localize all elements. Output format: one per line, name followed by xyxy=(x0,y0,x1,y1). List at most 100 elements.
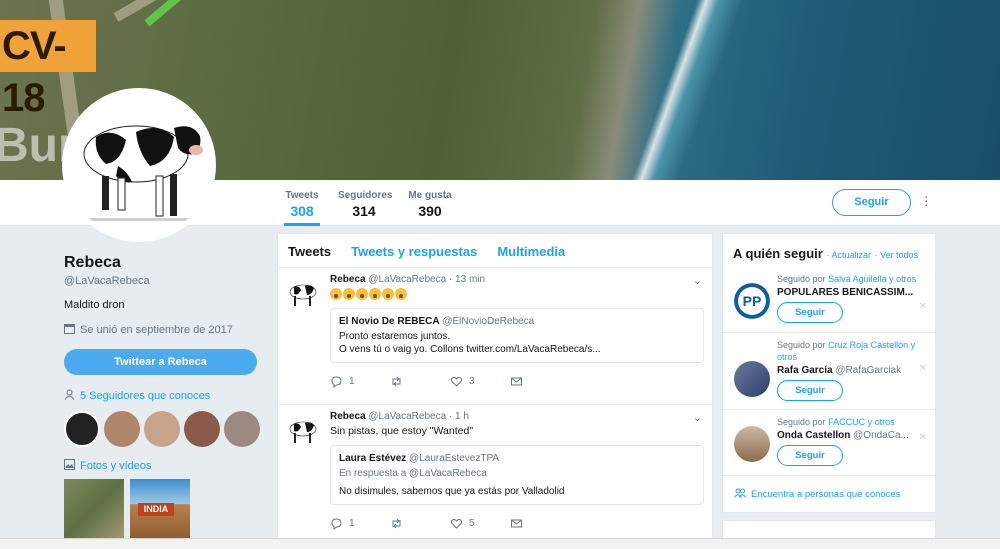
dismiss-icon[interactable]: ✕ xyxy=(919,432,927,443)
photo-thumbnail[interactable] xyxy=(64,479,124,541)
chevron-down-icon[interactable]: ⌄ xyxy=(693,411,702,424)
taskbar xyxy=(0,538,1000,549)
followers-you-know-avatars xyxy=(64,411,264,447)
suggestion-name[interactable]: Onda Castellon xyxy=(777,430,850,441)
retweet-button[interactable] xyxy=(390,375,450,388)
quote-author-handle: @LauraEstevezTPA xyxy=(409,453,500,464)
avatar[interactable] xyxy=(64,411,100,447)
retweet-button[interactable] xyxy=(390,517,450,530)
profile-card: Rebeca @LaVacaRebeca Maldito dron Se uni… xyxy=(64,254,264,541)
user-icon xyxy=(64,389,75,403)
calendar-icon xyxy=(64,323,75,337)
quoted-tweet[interactable]: El Novio De REBECA @ElNovioDeRebeca Pron… xyxy=(330,308,704,364)
tweet-avatar[interactable] xyxy=(286,276,322,312)
suggestion-name[interactable]: POPULARES BENICÀSSIM... xyxy=(777,287,913,298)
who-to-follow-panel: A quién seguir · Actualizar · Ver todos … xyxy=(722,233,936,513)
tab-media[interactable]: Multimedia xyxy=(497,244,565,267)
view-all-link[interactable]: · Ver todos xyxy=(875,250,919,260)
image-icon xyxy=(64,459,75,473)
followers-you-know-link[interactable]: 5 Seguidores que conoces xyxy=(64,389,264,403)
quote-text: No disimules, sabemos que ya estás por V… xyxy=(339,486,565,497)
stat-likes[interactable]: Me gusta 390 xyxy=(408,190,452,219)
follow-button[interactable]: Seguir xyxy=(832,189,911,216)
dismiss-icon[interactable]: ✕ xyxy=(919,301,927,312)
quote-reply-to: En respuesta a @LaVacaRebeca xyxy=(339,468,487,479)
tweet-avatar[interactable] xyxy=(286,413,322,449)
quote-text: O vens tú o vaig yo. Collons twitter.com… xyxy=(339,344,601,356)
message-button[interactable] xyxy=(510,517,570,530)
stat-tweets[interactable]: Tweets 308 xyxy=(284,190,320,226)
tweet-time[interactable]: · 1 h xyxy=(449,411,469,422)
photo-caption: INDIA xyxy=(138,503,174,516)
follow-suggestion-button[interactable]: Seguir xyxy=(777,445,843,466)
heart-icon xyxy=(450,518,463,529)
svg-text:PP: PP xyxy=(743,293,762,309)
retweet-icon xyxy=(392,376,401,387)
followed-by-text: Seguido por Cruz Roja Castellón y otros xyxy=(777,340,916,362)
like-button[interactable]: 3 xyxy=(450,375,510,388)
tweet-author-name[interactable]: Rebeca xyxy=(330,411,366,422)
tweet-text: Sin pistas, que estoy "Wanted" xyxy=(330,425,474,437)
avatar[interactable] xyxy=(184,411,220,447)
suggestion-handle[interactable]: @OndaCa... xyxy=(853,430,909,441)
tweet-author-handle[interactable]: @LaVacaRebeca xyxy=(368,274,446,285)
avatar[interactable] xyxy=(734,426,770,462)
tweet-time[interactable]: · 13 min xyxy=(449,274,485,285)
avatar[interactable] xyxy=(62,88,216,242)
followed-by-text: Seguido por Salva Aguilella y otros xyxy=(777,274,917,284)
avatar[interactable]: PP xyxy=(734,283,770,319)
tweet-emoji xyxy=(330,288,702,301)
who-to-follow-header: A quién seguir · Actualizar · Ver todos xyxy=(723,234,935,261)
tweet[interactable]: Rebeca @LaVacaRebeca · 1 h ⌄ Sin pistas,… xyxy=(278,405,712,542)
tweet-author-handle[interactable]: @LaVacaRebeca xyxy=(368,411,446,422)
tweet-actions: 1 5 xyxy=(330,517,702,530)
retweet-icon xyxy=(392,518,401,529)
suggestion-item: PP Seguido por Salva Aguilella y otros P… xyxy=(723,267,935,333)
avatar[interactable] xyxy=(734,361,770,397)
quote-author-name: Laura Estévez xyxy=(339,453,407,464)
tweet-actions: 1 3 xyxy=(330,375,702,389)
chevron-down-icon[interactable]: ⌄ xyxy=(693,274,702,287)
photos-videos-link[interactable]: Fotos y vídeos xyxy=(64,459,264,473)
tweet-to-button[interactable]: Twittear a Rebeca xyxy=(64,349,257,375)
quote-author-handle: @ElNovioDeRebeca xyxy=(442,316,535,328)
follow-suggestion-button[interactable]: Seguir xyxy=(777,380,843,401)
dismiss-icon[interactable]: ✕ xyxy=(919,363,927,374)
profile-bio: Maldito dron xyxy=(64,299,125,311)
suggestion-handle[interactable]: @RafaGarciak xyxy=(835,365,901,376)
avatar[interactable] xyxy=(104,411,140,447)
photo-thumbnail[interactable]: INDIA xyxy=(130,479,190,541)
find-people-link[interactable]: Encuentra a personas que conoces xyxy=(723,476,935,501)
profile-joined: Se unió en septiembre de 2017 xyxy=(64,323,264,337)
envelope-icon xyxy=(511,377,522,386)
avatar[interactable] xyxy=(144,411,180,447)
tweet-author-name[interactable]: Rebeca xyxy=(330,274,366,285)
message-button[interactable] xyxy=(510,375,570,388)
more-options-icon[interactable]: · · · xyxy=(924,189,930,211)
profile-handle[interactable]: @LaVacaRebeca xyxy=(64,275,264,287)
tweet[interactable]: Rebeca @LaVacaRebeca · 13 min ⌄ El Novio… xyxy=(278,268,712,405)
tab-tweets[interactable]: Tweets xyxy=(288,244,331,267)
photo-grid: INDIA xyxy=(64,479,264,541)
tab-tweets-replies[interactable]: Tweets y respuestas xyxy=(351,244,477,267)
envelope-icon xyxy=(511,519,522,528)
profile-name[interactable]: Rebeca xyxy=(64,254,264,272)
quote-text: Pronto estaremos juntos. xyxy=(339,331,451,343)
refresh-link[interactable]: · Actualizar xyxy=(826,250,871,260)
follow-suggestion-button[interactable]: Seguir xyxy=(777,302,843,323)
quote-author-name: El Novio De REBECA xyxy=(339,316,440,328)
reply-icon xyxy=(331,518,342,530)
quoted-tweet[interactable]: Laura Estévez @LauraEstevezTPA En respue… xyxy=(330,445,704,505)
followed-by-text: Seguido por FACCUC y otros xyxy=(777,417,895,427)
suggestion-name[interactable]: Rafa García xyxy=(777,365,833,376)
reply-button[interactable]: 1 xyxy=(330,517,390,530)
timeline-tabs: Tweets Tweets y respuestas Multimedia xyxy=(278,234,712,268)
people-icon xyxy=(734,488,746,501)
suggestion-item: Seguido por Cruz Roja Castellón y otros … xyxy=(723,333,935,410)
like-button[interactable]: 5 xyxy=(450,517,510,530)
heart-icon xyxy=(450,377,463,387)
reply-button[interactable]: 1 xyxy=(330,375,390,389)
stat-followers[interactable]: Seguidores 314 xyxy=(338,190,392,219)
avatar[interactable] xyxy=(224,411,260,447)
timeline: Tweets Tweets y respuestas Multimedia Re… xyxy=(277,233,713,549)
